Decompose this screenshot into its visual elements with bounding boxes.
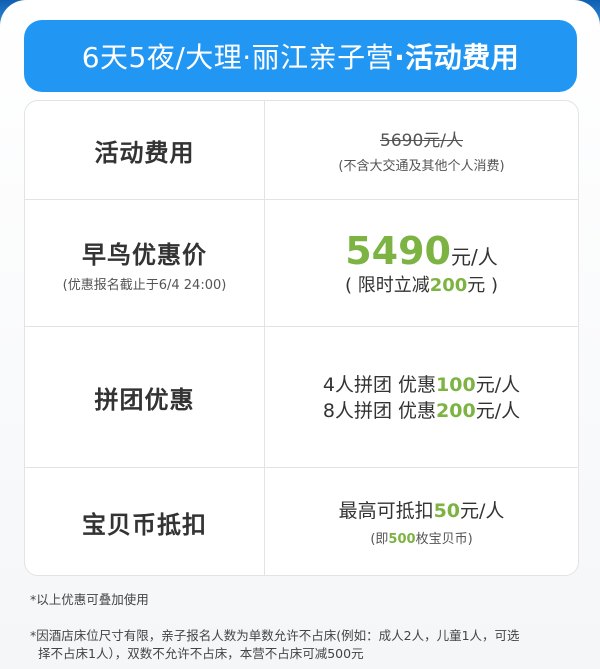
coins-line-suffix: 元/人 (460, 499, 505, 522)
coins-sub-suffix: 枚宝贝币) (415, 531, 473, 547)
early-bird-label: 早鸟优惠价 (82, 240, 207, 269)
group-line-8-prefix: 8人拼团 优惠 (322, 399, 437, 422)
group-line-8-amount: 200 (436, 399, 476, 422)
title-main: 6天5夜/大理·丽江亲子营 (81, 41, 395, 74)
fee-table: 活动费用 5690元/人 (不含大交通及其他个人消费) 早鸟优惠价 (优惠报名截… (24, 100, 579, 576)
coins-line-prefix: 最高可抵扣 (338, 499, 434, 522)
note-bed-policy-line1: *因酒店床位尺寸有限，亲子报名人数为单数允许不占床(例如：成人2人，儿童1人，可… (30, 628, 520, 643)
coins-sub-amount: 500 (388, 531, 416, 547)
note-bed-policy-line2: 择不占床1人），双数不允许不占床，本营不占床可减500元 (38, 646, 364, 661)
table-row-fee: 活动费用 5690元/人 (不含大交通及其他个人消费) (25, 101, 578, 199)
limited-discount-suffix: 元 ) (467, 274, 499, 296)
coins-line: 最高可抵扣50元/人 (339, 498, 505, 524)
early-bird-price-line: 5490元/人 (345, 229, 498, 273)
coins-sub: (即500枚宝贝币) (370, 528, 472, 547)
coins-line-amount: 50 (433, 499, 461, 522)
group-label: 拼团优惠 (94, 386, 195, 414)
row-label-cell: 拼团优惠 (25, 327, 265, 468)
group-line-8-suffix: 元/人 (475, 399, 521, 422)
table-row-group: 拼团优惠 4人拼团 优惠100元/人 8人拼团 优惠200元/人 (25, 326, 578, 468)
row-label-cell: 早鸟优惠价 (优惠报名截止于6/4 24:00) (25, 200, 265, 327)
row-label-cell: 活动费用 (25, 101, 265, 199)
title-highlight: ·活动费用 (394, 41, 520, 74)
early-bird-price: 5490 (345, 228, 451, 273)
fee-card: 6天5夜/大理·丽江亲子营 ·活动费用 活动费用 5690元/人 (不含大交通及其… (0, 0, 600, 669)
row-value-cell: 4人拼团 优惠100元/人 8人拼团 优惠200元/人 (265, 327, 578, 468)
row-value-cell: 最高可抵扣50元/人 (即500枚宝贝币) (265, 468, 578, 575)
row-label-cell: 宝贝币抵扣 (25, 468, 265, 575)
fee-exclusion-note: (不含大交通及其他个人消费) (338, 159, 505, 174)
limited-discount-line: ( 限时立减200元 ) (345, 273, 498, 299)
group-line-8: 8人拼团 优惠200元/人 (323, 398, 520, 424)
coins-label: 宝贝币抵扣 (82, 510, 207, 539)
group-line-4-suffix: 元/人 (475, 373, 521, 396)
table-row-early-bird: 早鸟优惠价 (优惠报名截止于6/4 24:00) 5490元/人 ( 限时立减2… (25, 199, 578, 327)
group-line-4: 4人拼团 优惠100元/人 (323, 372, 520, 398)
row-value-cell: 5690元/人 (不含大交通及其他个人消费) (265, 101, 578, 199)
original-price: 5690元/人 (380, 131, 463, 151)
early-bird-unit: 元/人 (451, 244, 498, 269)
fee-label: 活动费用 (94, 138, 195, 167)
note-stackable: *以上优惠可叠加使用 (30, 592, 149, 607)
limited-discount-amount: 200 (429, 274, 468, 296)
coins-sub-prefix: (即 (370, 531, 389, 547)
page-title: 6天5夜/大理·丽江亲子营 ·活动费用 (24, 20, 577, 92)
group-line-4-amount: 100 (436, 373, 476, 396)
table-row-coins: 宝贝币抵扣 最高可抵扣50元/人 (即500枚宝贝币) (25, 467, 578, 575)
early-bird-deadline: (优惠报名截止于6/4 24:00) (62, 277, 227, 293)
row-value-cell: 5490元/人 ( 限时立减200元 ) (265, 200, 578, 327)
group-line-4-prefix: 4人拼团 优惠 (322, 373, 437, 396)
limited-discount-prefix: ( 限时立减 (344, 274, 430, 296)
